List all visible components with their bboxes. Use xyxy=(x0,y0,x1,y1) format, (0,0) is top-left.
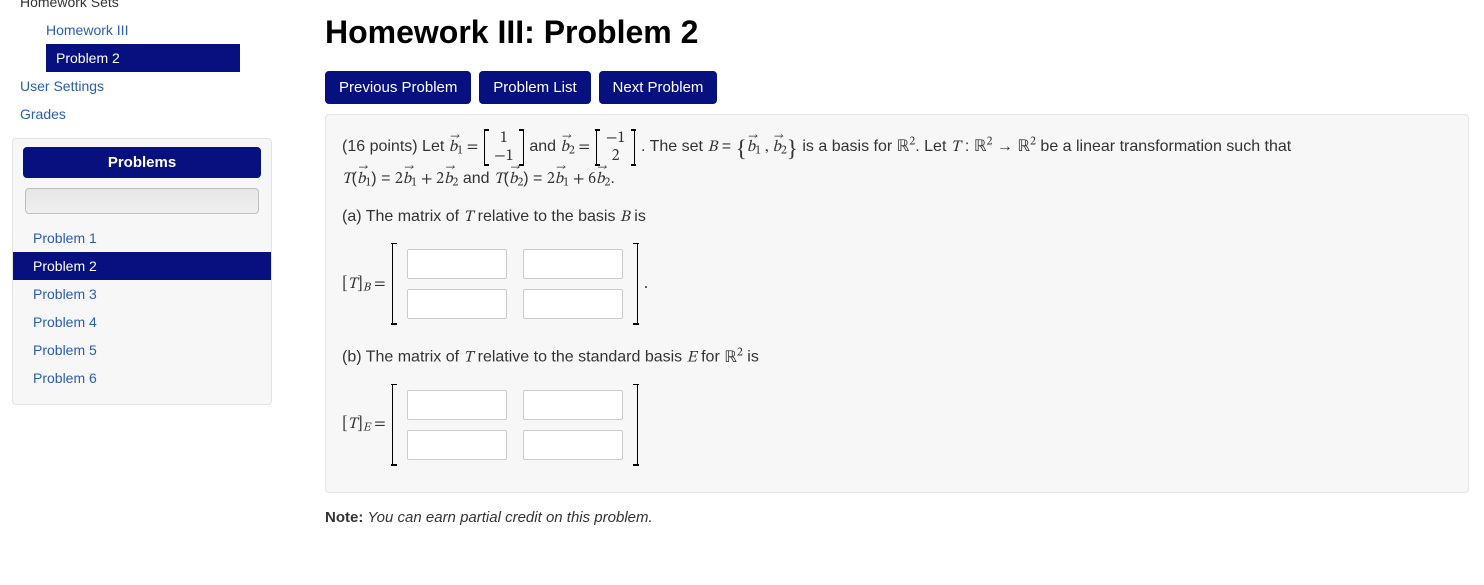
TB-entry-1-2[interactable] xyxy=(523,249,623,279)
problem-body: (16 points) Let b1 = 1−1 and b2 = −12 . … xyxy=(325,114,1469,493)
part-b-label: (b) The matrix of T relative to the stan… xyxy=(342,343,1452,370)
nav-user-settings[interactable]: User Settings xyxy=(0,72,272,100)
TE-entry-1-2[interactable] xyxy=(523,390,623,420)
TE-entry-2-1[interactable] xyxy=(407,430,507,460)
problem-link-1[interactable]: Problem 1 xyxy=(13,224,271,252)
page-title: Homework III: Problem 2 xyxy=(325,14,1469,51)
partial-credit-note: Note: You can earn partial credit on thi… xyxy=(325,509,1469,526)
TB-entry-2-2[interactable] xyxy=(523,289,623,319)
nav-problem-2-current[interactable]: Problem 2 xyxy=(46,44,240,72)
matrix-TE xyxy=(392,384,638,466)
problems-list: Problem 1Problem 2Problem 3Problem 4Prob… xyxy=(13,224,271,392)
part-a-matrix-row: [T]B = . xyxy=(342,243,1452,325)
problem-link-5[interactable]: Problem 5 xyxy=(13,336,271,364)
problem-link-2[interactable]: Problem 2 xyxy=(13,252,271,280)
nav-homework-sets[interactable]: Homework Sets xyxy=(0,0,272,16)
previous-problem-button[interactable]: Previous Problem xyxy=(325,71,471,104)
problems-panel: Problems Problem 1Problem 2Problem 3Prob… xyxy=(12,138,272,405)
TE-entry-1-1[interactable] xyxy=(407,390,507,420)
problem-list-button[interactable]: Problem List xyxy=(479,71,590,104)
problem-nav-buttons: Previous Problem Problem List Next Probl… xyxy=(325,71,1469,104)
matrix-TB xyxy=(392,243,638,325)
problem-link-6[interactable]: Problem 6 xyxy=(13,364,271,392)
problems-panel-title: Problems xyxy=(23,147,261,178)
problem-jump-input[interactable] xyxy=(25,188,259,214)
problem-statement: (16 points) Let b1 = 1−1 and b2 = −12 . … xyxy=(342,129,1452,191)
nav-grades[interactable]: Grades xyxy=(0,100,272,128)
part-b-matrix-row: [T]E = xyxy=(342,384,1452,466)
TE-entry-2-2[interactable] xyxy=(523,430,623,460)
TB-entry-2-1[interactable] xyxy=(407,289,507,319)
nav-homework-iii[interactable]: Homework III xyxy=(0,16,272,44)
problem-link-4[interactable]: Problem 4 xyxy=(13,308,271,336)
problem-link-3[interactable]: Problem 3 xyxy=(13,280,271,308)
part-a-label: (a) The matrix of T relative to the basi… xyxy=(342,205,1452,229)
TB-entry-1-1[interactable] xyxy=(407,249,507,279)
next-problem-button[interactable]: Next Problem xyxy=(599,71,718,104)
